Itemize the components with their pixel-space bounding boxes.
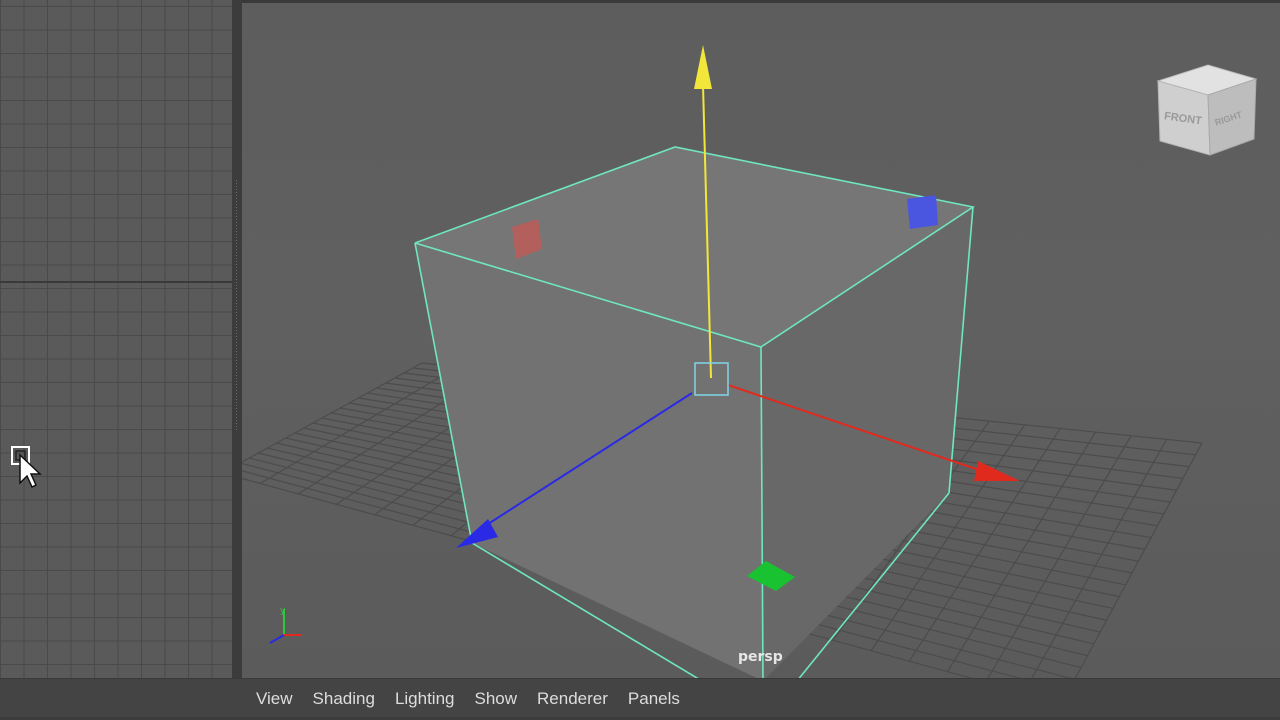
panel-menu-lighting[interactable]: Lighting — [385, 689, 465, 709]
manipulator-x-arrow[interactable] — [974, 461, 1020, 481]
grid-major-line — [0, 281, 232, 283]
scene-canvas[interactable]: y — [242, 3, 1280, 678]
camera-name-label: persp — [738, 649, 783, 665]
panel-menu-renderer[interactable]: Renderer — [527, 689, 618, 709]
grid-line — [946, 431, 1097, 672]
panel-menu-bar: View Shading Lighting Show Renderer Panels — [0, 678, 1280, 720]
axis-indicator-icon: y — [269, 606, 302, 644]
panel-menu-view[interactable]: View — [246, 689, 303, 709]
panel-menu-panels[interactable]: Panels — [618, 689, 690, 709]
splitter-grip — [236, 180, 237, 430]
panel-menu-show[interactable]: Show — [465, 689, 528, 709]
manipulator-y-arrow[interactable] — [694, 45, 712, 89]
perspective-viewport[interactable]: y FRONT RIGHT persp — [242, 0, 1280, 678]
ortho-viewport-panel[interactable] — [0, 0, 232, 678]
grid-line — [987, 435, 1132, 678]
panel-menu-shading[interactable]: Shading — [303, 689, 385, 709]
maya-workspace: y FRONT RIGHT persp View Shading Lighting S… — [0, 0, 1280, 720]
panel-splitter[interactable] — [232, 0, 242, 678]
svg-text:y: y — [280, 606, 286, 616]
manipulator-plane-yz-handle[interactable] — [907, 195, 938, 229]
view-cube-icon[interactable]: FRONT RIGHT — [1150, 55, 1260, 165]
selected-cube[interactable] — [414, 146, 976, 678]
mouse-cursor-icon — [11, 446, 42, 489]
